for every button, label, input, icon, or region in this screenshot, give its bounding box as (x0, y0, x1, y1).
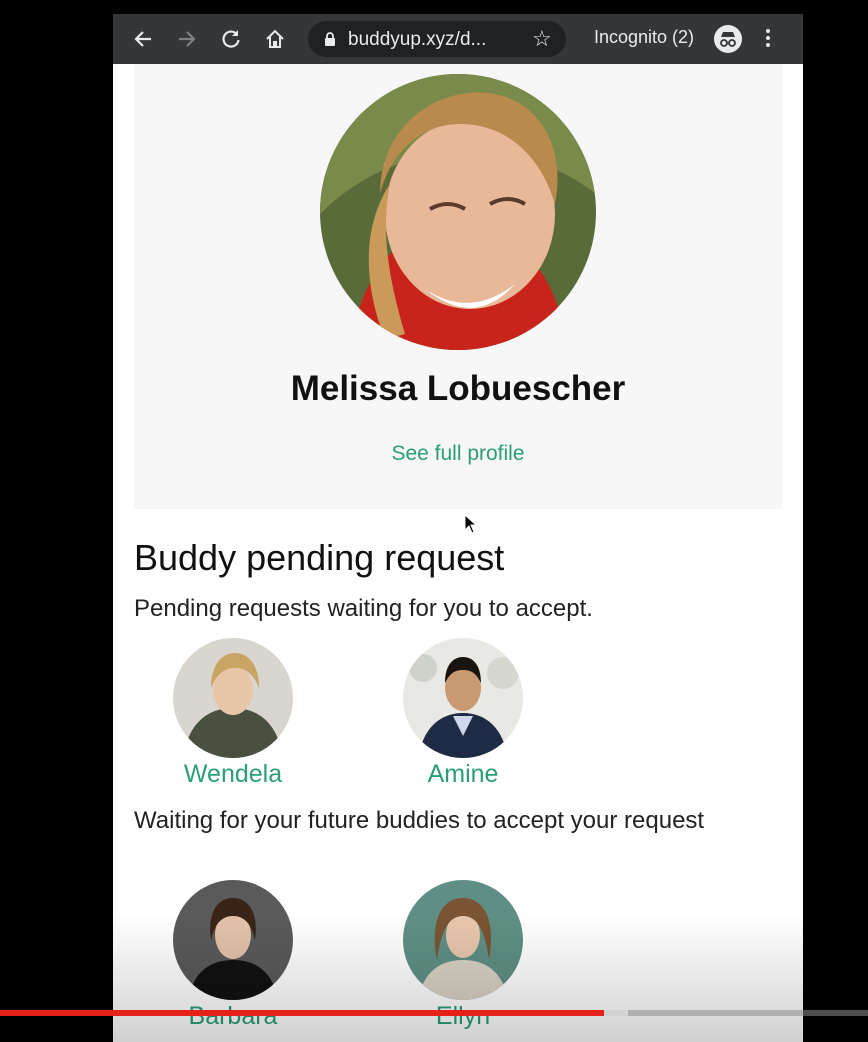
avatar[interactable] (173, 638, 293, 758)
buddy-name[interactable]: Ellyn (383, 1002, 543, 1031)
profile-card: Melissa Lobuescher See full profile (134, 64, 782, 509)
buddy-card-wendela[interactable]: Wendela (153, 638, 313, 789)
mouse-cursor-icon (464, 514, 478, 534)
buddy-card-barbara[interactable]: Barbara (153, 880, 313, 1031)
buddy-card-ellyn[interactable]: Ellyn (383, 880, 543, 1031)
browser-viewport: buddyup.xyz/d... ☆ Incognito (2) Melissa… (113, 14, 803, 1042)
back-arrow-icon[interactable] (127, 23, 159, 55)
url-text: buddyup.xyz/d... (348, 29, 487, 50)
avatar[interactable] (403, 638, 523, 758)
profile-name: Melissa Lobuescher (290, 369, 626, 408)
incognito-icon[interactable] (714, 25, 742, 53)
buddy-name[interactable]: Barbara (153, 1002, 313, 1031)
incognito-label[interactable]: Incognito (2) (594, 27, 694, 48)
lock-icon (325, 32, 335, 46)
buddy-name[interactable]: Amine (383, 760, 543, 789)
avatar[interactable] (173, 880, 293, 1000)
buddy-name[interactable]: Wendela (153, 760, 313, 789)
incoming-requests-text: Pending requests waiting for you to acce… (134, 595, 593, 622)
avatar[interactable] (403, 880, 523, 1000)
video-progress-bar[interactable] (0, 1010, 868, 1016)
forward-arrow-icon[interactable] (171, 23, 203, 55)
video-played-bar (0, 1010, 605, 1016)
kebab-menu-icon[interactable] (761, 26, 775, 52)
see-full-profile-link[interactable]: See full profile (134, 442, 782, 466)
outgoing-requests-text: Waiting for your future buddies to accep… (134, 807, 705, 834)
browser-toolbar: buddyup.xyz/d... ☆ Incognito (2) (113, 14, 803, 64)
reload-icon[interactable] (215, 23, 247, 55)
star-icon[interactable]: ☆ (532, 26, 552, 52)
home-icon[interactable] (259, 23, 291, 55)
buddy-card-amine[interactable]: Amine (383, 638, 543, 789)
address-bar[interactable]: buddyup.xyz/d... ☆ (308, 21, 566, 57)
section-title: Buddy pending request (134, 537, 505, 578)
profile-avatar (320, 74, 596, 350)
